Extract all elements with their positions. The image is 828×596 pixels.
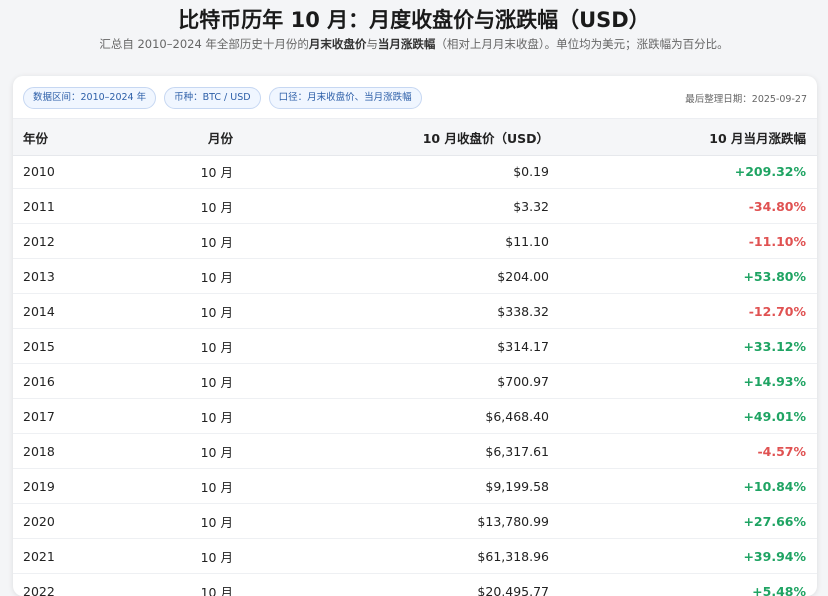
cell-close-price: $61,318.96 bbox=[477, 548, 549, 564]
cell-monthly-change: -11.10% bbox=[748, 233, 806, 249]
table-row: 2016 10 月 $700.97 +14.93% bbox=[13, 364, 817, 399]
cell-monthly-change: +5.48% bbox=[752, 583, 806, 596]
cell-year: 2011 bbox=[23, 198, 55, 214]
cell-month: 10 月 bbox=[200, 164, 233, 180]
cell-monthly-change: +53.80% bbox=[743, 268, 806, 284]
table-header: 年份 月份 10 月收盘价（USD） 10 月当月涨跌幅 bbox=[13, 118, 817, 156]
cell-year: 2020 bbox=[23, 513, 55, 529]
table-row: 2012 10 月 $11.10 -11.10% bbox=[13, 224, 817, 259]
cell-year: 2010 bbox=[23, 163, 55, 179]
cell-year: 2021 bbox=[23, 548, 55, 564]
cell-month: 10 月 bbox=[200, 549, 233, 565]
cell-close-price: $3.32 bbox=[513, 198, 549, 214]
table-row: 2013 10 月 $204.00 +53.80% bbox=[13, 259, 817, 294]
cell-close-price: $338.32 bbox=[497, 303, 549, 319]
cell-month: 10 月 bbox=[200, 199, 233, 215]
subtitle-bold-change: 当月涨跌幅 bbox=[377, 37, 436, 51]
cell-monthly-change: -4.57% bbox=[757, 443, 806, 459]
cell-close-price: $700.97 bbox=[497, 373, 549, 389]
header-year[interactable]: 年份 bbox=[23, 119, 48, 155]
table-body: 2010 10 月 $0.19 +209.32% 2011 10 月 $3.32 -34.80… bbox=[13, 154, 817, 596]
table-row: 2017 10 月 $6,468.40 +49.01% bbox=[13, 399, 817, 434]
data-table-card: 数据区间：2010–2024 年 币种：BTC / USD 口径：月末收盘价、当… bbox=[13, 76, 817, 596]
subtitle-mid: 与 bbox=[366, 37, 378, 51]
chip-range[interactable]: 数据区间：2010–2024 年 bbox=[23, 87, 157, 109]
table-row: 2021 10 月 $61,318.96 +39.94% bbox=[13, 539, 817, 574]
filter-chips: 数据区间：2010–2024 年 币种：BTC / USD 口径：月末收盘价、当… bbox=[23, 87, 422, 109]
table-row: 2018 10 月 $6,317.61 -4.57% bbox=[13, 434, 817, 469]
cell-year: 2013 bbox=[23, 268, 55, 284]
cell-month: 10 月 bbox=[200, 514, 233, 530]
chip-basis[interactable]: 口径：月末收盘价、当月涨跌幅 bbox=[268, 87, 422, 109]
cell-year: 2017 bbox=[23, 408, 55, 424]
subtitle-bold-close: 月末收盘价 bbox=[308, 37, 367, 51]
page-title: 比特币历年 10 月：月度收盘价与涨跌幅（USD） bbox=[178, 8, 650, 32]
cell-month: 10 月 bbox=[200, 339, 233, 355]
cell-month: 10 月 bbox=[200, 479, 233, 495]
cell-close-price: $314.17 bbox=[497, 338, 549, 354]
cell-monthly-change: +27.66% bbox=[743, 513, 806, 529]
cell-year: 2015 bbox=[23, 338, 55, 354]
cell-month: 10 月 bbox=[200, 304, 233, 320]
header-monthly-change[interactable]: 10 月当月涨跌幅 bbox=[573, 119, 806, 155]
table-row: 2020 10 月 $13,780.99 +27.66% bbox=[13, 504, 817, 539]
cell-close-price: $13,780.99 bbox=[477, 513, 549, 529]
subtitle-suffix: （相对上月月末收盘）。单位均为美元；涨跌幅为百分比。 bbox=[435, 37, 729, 51]
cell-close-price: $0.19 bbox=[513, 163, 549, 179]
cell-year: 2016 bbox=[23, 373, 55, 389]
last-updated-date: 最后整理日期：2025-09-27 bbox=[685, 94, 807, 105]
header-month[interactable]: 月份 bbox=[143, 119, 233, 155]
table-row: 2019 10 月 $9,199.58 +10.84% bbox=[13, 469, 817, 504]
cell-month: 10 月 bbox=[200, 409, 233, 425]
cell-monthly-change: -34.80% bbox=[748, 198, 806, 214]
cell-year: 2012 bbox=[23, 233, 55, 249]
page-subtitle: 汇总自 2010–2024 年全部历史十月份的月末收盘价与当月涨跌幅（相对上月月… bbox=[0, 36, 828, 52]
cell-year: 2014 bbox=[23, 303, 55, 319]
table-row: 2011 10 月 $3.32 -34.80% bbox=[13, 189, 817, 224]
table-row: 2010 10 月 $0.19 +209.32% bbox=[13, 154, 817, 189]
table-row: 2015 10 月 $314.17 +33.12% bbox=[13, 329, 817, 364]
cell-monthly-change: +33.12% bbox=[743, 338, 806, 354]
cell-monthly-change: +209.32% bbox=[734, 163, 806, 179]
cell-month: 10 月 bbox=[200, 234, 233, 250]
cell-close-price: $11.10 bbox=[505, 233, 549, 249]
cell-close-price: $6,468.40 bbox=[485, 408, 549, 424]
table-row: 2022 10 月 $20,495.77 +5.48% bbox=[13, 574, 817, 596]
cell-close-price: $9,199.58 bbox=[485, 478, 549, 494]
cell-month: 10 月 bbox=[200, 444, 233, 460]
cell-year: 2018 bbox=[23, 443, 55, 459]
cell-monthly-change: +49.01% bbox=[743, 408, 806, 424]
cell-year: 2022 bbox=[23, 583, 55, 596]
cell-month: 10 月 bbox=[200, 269, 233, 285]
header-close-price[interactable]: 10 月收盘价（USD） bbox=[313, 119, 549, 155]
cell-monthly-change: -12.70% bbox=[748, 303, 806, 319]
cell-monthly-change: +14.93% bbox=[743, 373, 806, 389]
cell-month: 10 月 bbox=[200, 374, 233, 390]
cell-close-price: $20,495.77 bbox=[477, 583, 549, 596]
cell-monthly-change: +10.84% bbox=[743, 478, 806, 494]
cell-year: 2019 bbox=[23, 478, 55, 494]
chip-coin[interactable]: 币种：BTC / USD bbox=[164, 87, 261, 109]
cell-monthly-change: +39.94% bbox=[743, 548, 806, 564]
cell-close-price: $204.00 bbox=[497, 268, 549, 284]
cell-close-price: $6,317.61 bbox=[485, 443, 549, 459]
table-row: 2014 10 月 $338.32 -12.70% bbox=[13, 294, 817, 329]
cell-month: 10 月 bbox=[200, 584, 233, 596]
subtitle-prefix: 汇总自 2010–2024 年全部历史十月份的 bbox=[99, 37, 309, 51]
